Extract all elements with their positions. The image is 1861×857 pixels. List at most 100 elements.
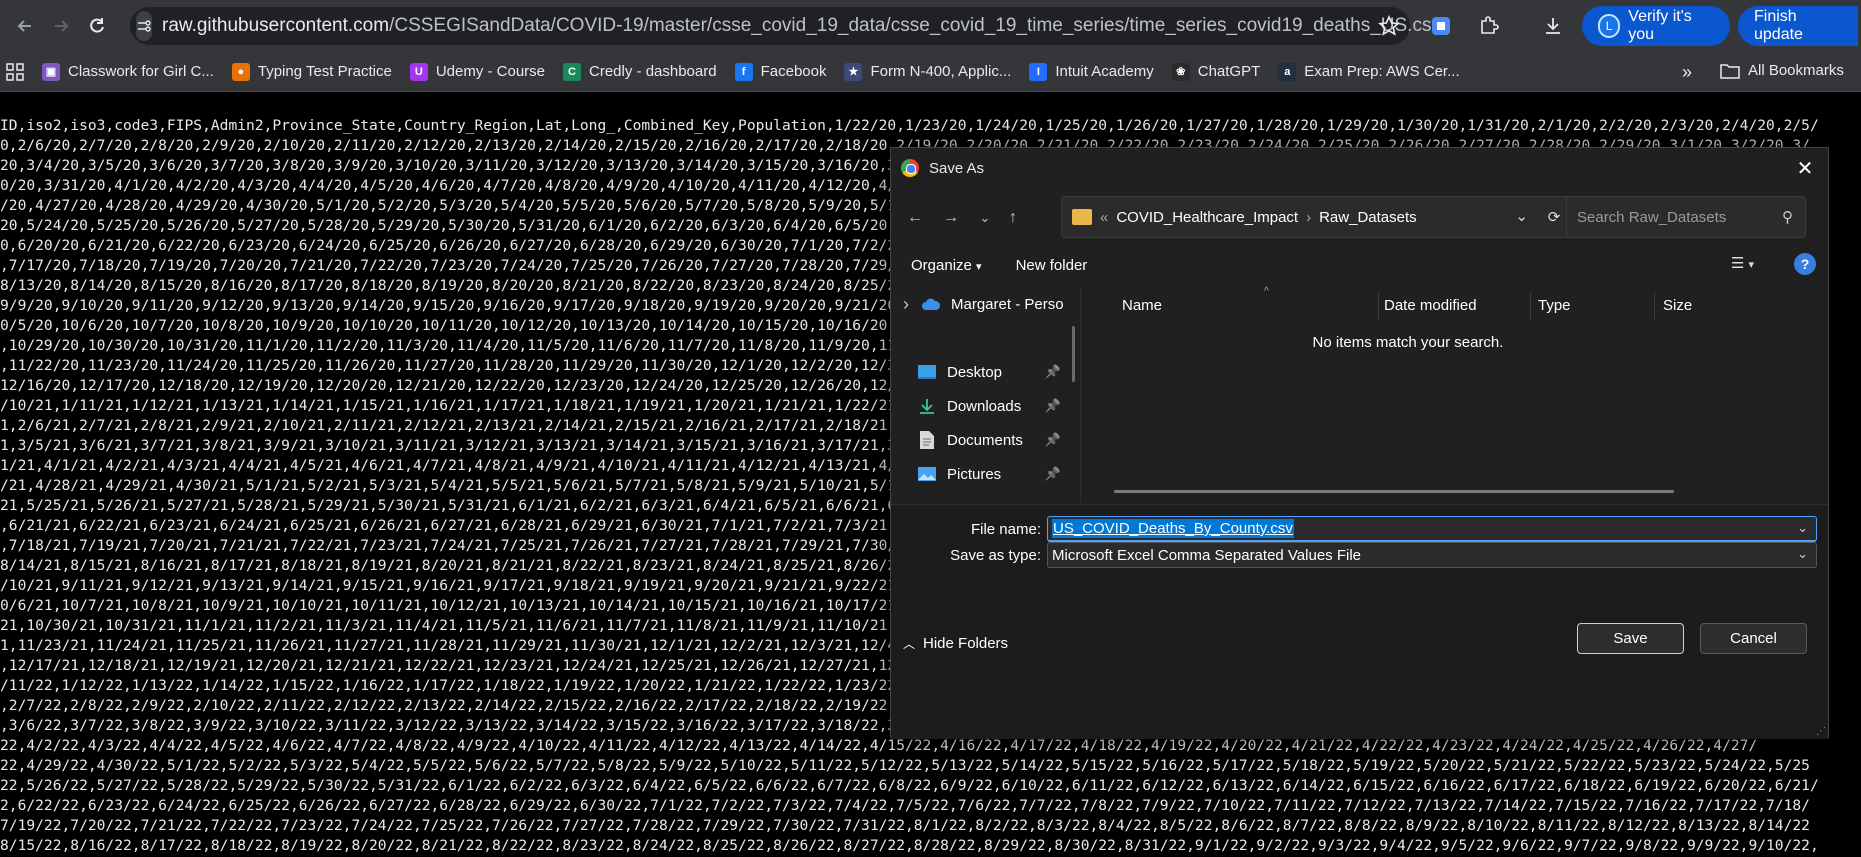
- column-divider[interactable]: [1378, 292, 1379, 320]
- chevron-down-icon[interactable]: ⌄: [1797, 520, 1808, 536]
- empty-folder-message: No items match your search.: [1312, 334, 1504, 351]
- raw-text-line: ID,iso2,iso3,code3,FIPS,Admin2,Province_…: [0, 117, 1819, 134]
- search-placeholder: Search Raw_Datasets: [1577, 208, 1727, 226]
- finish-update-label: Finish update: [1754, 8, 1803, 43]
- nav-item[interactable]: Downloads 📌: [891, 390, 1080, 422]
- extension-shield-icon[interactable]: [1428, 13, 1454, 39]
- search-icon: ⚲: [1782, 209, 1793, 226]
- file-name-value: US_COVID_Deaths_By_County.csv: [1052, 519, 1294, 538]
- up-arrow-icon[interactable]: ↑: [999, 204, 1027, 232]
- url-host: raw.githubusercontent.com: [162, 15, 390, 36]
- column-divider[interactable]: [1654, 292, 1655, 320]
- bookmark-label: Facebook: [760, 63, 827, 80]
- chrome-logo-icon: [901, 159, 919, 177]
- dialog-title: Save As: [929, 159, 985, 177]
- reload-icon: [90, 18, 104, 33]
- bookmark-item[interactable]: U Udemy - Course: [409, 62, 545, 81]
- bookmark-item[interactable]: ❀ ChatGPT: [1171, 62, 1260, 81]
- all-bookmarks-button[interactable]: All Bookmarks: [1720, 62, 1844, 79]
- pin-icon: 📌: [1044, 432, 1061, 447]
- hide-folders-label: Hide Folders: [923, 635, 1009, 652]
- extensions-puzzle-icon[interactable]: [1476, 13, 1502, 39]
- raw-text-line: 22,4/2/22,4/3/22,4/4/22,4/5/22,4/6/22,4/…: [0, 737, 1758, 754]
- bookmark-item[interactable]: I Intuit Academy: [1029, 62, 1154, 81]
- bookmark-list: ▣ Classwork for Girl C... ● Typing Test Pra…: [24, 62, 1460, 81]
- close-icon[interactable]: ✕: [1782, 148, 1828, 188]
- bookmark-favicon-icon: I: [1029, 62, 1048, 81]
- resize-grip-icon[interactable]: ⋰: [1816, 726, 1826, 737]
- bookmark-favicon-icon: ▣: [42, 62, 60, 81]
- url-path: /CSSEGISandData/COVID-19/master/csse_cov…: [389, 15, 1441, 36]
- verify-label: Verify it's you: [1628, 8, 1692, 43]
- bookmark-favicon-icon: f: [734, 62, 753, 81]
- bookmark-favicon-icon: C: [563, 62, 582, 81]
- back-arrow-icon[interactable]: ←: [901, 204, 929, 232]
- folder-path-bar[interactable]: « COVID_Healthcare_Impact › Raw_Datasets…: [1061, 196, 1575, 238]
- folder-icon: [1072, 209, 1092, 225]
- new-folder-button[interactable]: New folder: [1016, 257, 1088, 274]
- pin-icon: 📌: [1044, 466, 1061, 481]
- column-divider[interactable]: [1530, 292, 1531, 320]
- forward-arrow-icon: [55, 20, 69, 32]
- file-name-input[interactable]: US_COVID_Deaths_By_County.csv ⌄: [1047, 516, 1817, 542]
- hide-folders-button[interactable]: ︿ Hide Folders: [903, 635, 1008, 652]
- nav-item[interactable]: › Margaret - Perso: [891, 288, 1080, 320]
- download-icon[interactable]: [1540, 13, 1566, 39]
- column-header-date-modified[interactable]: Date modified: [1384, 288, 1477, 322]
- raw-text-line: 2,6/22/22,6/23/22,6/24/22,6/25/22,6/26/2…: [0, 797, 1810, 814]
- search-input[interactable]: Search Raw_Datasets ⚲: [1566, 196, 1806, 238]
- bookmark-item[interactable]: f Facebook: [734, 62, 827, 81]
- chevron-down-icon: ⌄: [1797, 546, 1808, 561]
- bookmark-label: Credly - dashboard: [589, 63, 717, 80]
- nav-item[interactable]: Pictures 📌: [891, 458, 1080, 490]
- bookmark-item[interactable]: ● Typing Test Practice: [231, 62, 392, 81]
- bookmark-label: Intuit Academy: [1055, 63, 1154, 80]
- site-info-icon[interactable]: [136, 11, 152, 41]
- apps-grid-icon[interactable]: [6, 62, 24, 81]
- bookmark-item[interactable]: ▣ Classwork for Girl C...: [42, 62, 214, 81]
- save-type-select[interactable]: Microsoft Excel Comma Separated Values F…: [1047, 542, 1817, 568]
- raw-text-line: 7/19/22,7/20/22,7/21/22,7/22/22,7/23/22,…: [0, 817, 1810, 834]
- save-options-panel: File name: US_COVID_Deaths_By_County.csv…: [891, 504, 1828, 739]
- recent-locations-chevron-icon[interactable]: ⌄: [971, 204, 999, 232]
- save-type-label: Save as type:: [950, 547, 1041, 564]
- dialog-title-bar: Save As ✕: [891, 148, 1828, 188]
- pictures-icon: [917, 465, 937, 483]
- forward-button[interactable]: [44, 9, 78, 43]
- nav-item[interactable]: Desktop 📌: [891, 356, 1080, 388]
- organize-button[interactable]: Organize ▾: [911, 257, 982, 274]
- cancel-button[interactable]: Cancel: [1700, 623, 1807, 654]
- save-button[interactable]: Save: [1577, 623, 1684, 654]
- bookmark-item[interactable]: a Exam Prep: AWS Cer...: [1278, 62, 1460, 81]
- verify-identity-button[interactable]: L Verify it's you: [1582, 6, 1730, 46]
- nav-item[interactable]: Documents 📌: [891, 424, 1080, 456]
- horizontal-scrollbar[interactable]: [1114, 490, 1674, 493]
- downloads-icon: [917, 397, 937, 415]
- forward-arrow-icon[interactable]: →: [937, 204, 965, 232]
- bookmark-item[interactable]: ★ Form N-400, Applic...: [844, 62, 1011, 81]
- navigation-pane: › Margaret - Perso Desktop 📌 Downloads 📌 Docum…: [891, 288, 1081, 503]
- column-header-type[interactable]: Type: [1538, 288, 1571, 322]
- help-icon[interactable]: ?: [1794, 253, 1816, 275]
- file-name-label: File name:: [970, 521, 1041, 538]
- bookmark-label: Classwork for Girl C...: [68, 63, 214, 80]
- address-bar[interactable]: raw.githubusercontent.com/CSSEGISandData…: [130, 7, 1441, 45]
- chevron-down-icon[interactable]: ⌄: [1515, 207, 1528, 225]
- desktop-icon: [917, 363, 937, 381]
- view-options-button[interactable]: ☰ ▾: [1731, 254, 1754, 272]
- profile-avatar: L: [1598, 14, 1621, 38]
- finish-update-button[interactable]: Finish update: [1738, 6, 1858, 46]
- breadcrumb-item[interactable]: Raw_Datasets: [1319, 209, 1417, 226]
- back-button[interactable]: [8, 9, 42, 43]
- more-bookmarks-chevron-icon[interactable]: »: [1682, 62, 1692, 83]
- column-header-size[interactable]: Size: [1663, 288, 1692, 322]
- bookmark-item[interactable]: C Credly - dashboard: [563, 62, 717, 81]
- save-type-value: Microsoft Excel Comma Separated Values F…: [1052, 546, 1362, 564]
- nav-item-label: Downloads: [947, 397, 1022, 415]
- reload-button[interactable]: [80, 9, 114, 43]
- documents-icon: [917, 431, 937, 449]
- breadcrumb-item[interactable]: COVID_Healthcare_Impact: [1116, 209, 1298, 226]
- chevron-right-icon[interactable]: ›: [895, 294, 917, 315]
- column-header-name[interactable]: Name: [1122, 288, 1162, 322]
- bookmark-star-icon[interactable]: [1378, 15, 1400, 37]
